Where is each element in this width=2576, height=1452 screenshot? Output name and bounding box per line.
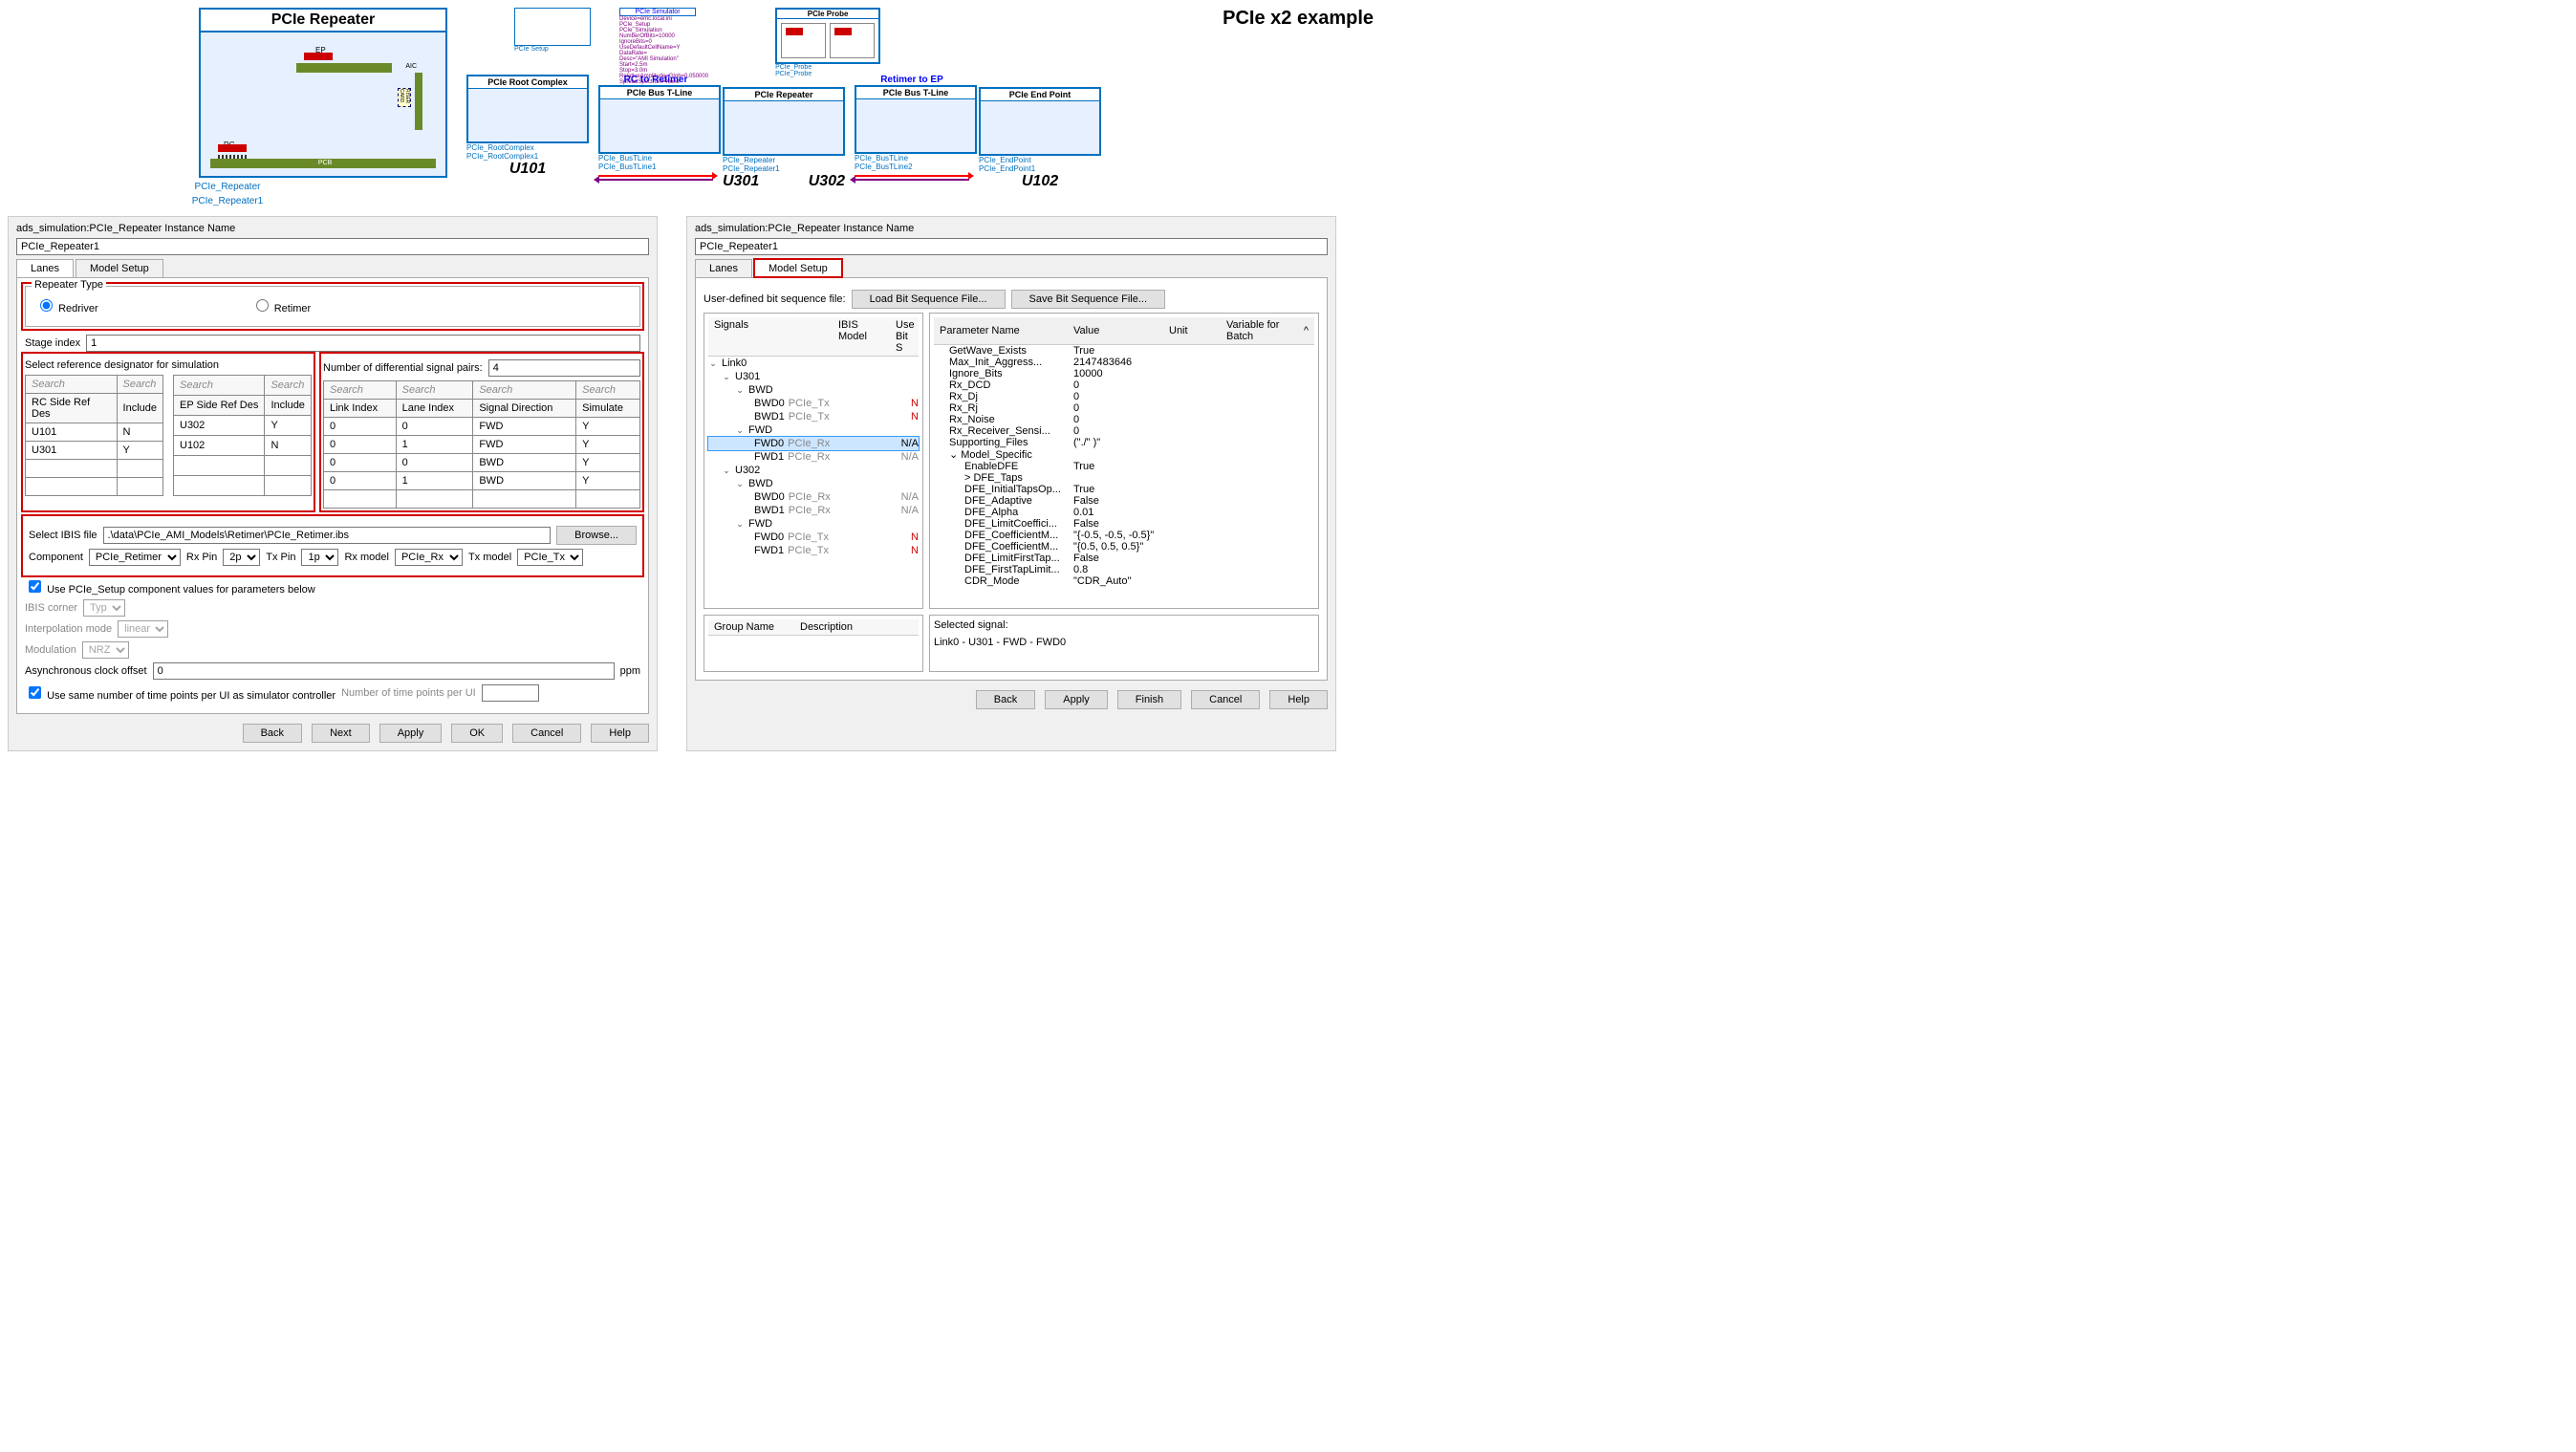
pairs-table[interactable]: SearchSearchSearchSearch Link IndexLane … xyxy=(323,380,640,509)
back-button[interactable]: Back xyxy=(243,724,302,743)
async-offset-input[interactable] xyxy=(153,662,615,680)
browse-button[interactable]: Browse... xyxy=(556,526,637,545)
params-table[interactable]: Parameter NameValueUnitVariable for Batc… xyxy=(929,313,1319,609)
corner-select: Typ xyxy=(83,599,125,617)
ibis-file-input[interactable] xyxy=(103,527,552,544)
rxmodel-select[interactable]: PCIe_Rx xyxy=(395,549,463,566)
finish-button[interactable]: Finish xyxy=(1117,690,1181,709)
load-bitseq-button[interactable]: Load Bit Sequence File... xyxy=(852,290,1006,309)
repeater-title: PCIe Repeater xyxy=(201,10,445,33)
apply-button[interactable]: Apply xyxy=(1045,690,1108,709)
rxpin-select[interactable]: 2p xyxy=(223,549,260,566)
tab-lanes[interactable]: Lanes xyxy=(16,259,74,277)
cancel-button[interactable]: Cancel xyxy=(1191,690,1260,709)
example-title: PCIe x2 example xyxy=(1223,8,1374,30)
save-bitseq-button[interactable]: Save Bit Sequence File... xyxy=(1011,290,1166,309)
refdes-group: Select reference designator for simulati… xyxy=(25,356,312,509)
help-button[interactable]: Help xyxy=(591,724,649,743)
txmodel-select[interactable]: PCIe_Tx xyxy=(517,549,583,566)
same-points-checkbox[interactable]: Use same number of time points per UI as… xyxy=(25,683,336,702)
back-button[interactable]: Back xyxy=(976,690,1035,709)
repeater-diagram: PCIe Repeater EP AIC RISER CARD RC PCB P… xyxy=(8,8,447,206)
component-select[interactable]: PCIe_Retimer xyxy=(89,549,181,566)
instance-name-input[interactable] xyxy=(695,238,1328,255)
interp-select: linear xyxy=(118,620,168,638)
chain-row: PCIe Root Complex PCIe_RootComplexPCIe_R… xyxy=(466,75,1383,190)
ep-refdes-table[interactable]: SearchSearch EP Side Ref DesInclude U302… xyxy=(173,375,312,496)
diagram-area: PCIe Repeater EP AIC RISER CARD RC PCB P… xyxy=(8,8,1383,206)
tab-model-setup[interactable]: Model Setup xyxy=(754,259,842,277)
ok-button[interactable]: OK xyxy=(451,724,503,743)
selected-signal-pane: Selected signal: Link0 - U301 - FWD - FW… xyxy=(929,615,1319,672)
cancel-button[interactable]: Cancel xyxy=(512,724,581,743)
help-button[interactable]: Help xyxy=(1269,690,1328,709)
signals-tree[interactable]: SignalsIBIS ModelUse Bit S ⌄Link0 ⌄U301 … xyxy=(704,313,923,609)
instance-name-input[interactable] xyxy=(16,238,649,255)
dialog-title: ads_simulation:PCIe_Repeater Instance Na… xyxy=(695,221,1328,238)
radio-redriver[interactable]: Redriver xyxy=(35,296,98,314)
tab-model-setup[interactable]: Model Setup xyxy=(76,259,163,277)
apply-button[interactable]: Apply xyxy=(379,724,443,743)
setup-boxes: PCIe Setup PCIe Simulator Device=emc.loc… xyxy=(514,8,880,85)
dialog-title: ads_simulation:PCIe_Repeater Instance Na… xyxy=(16,221,649,238)
radio-retimer[interactable]: Retimer xyxy=(251,296,312,314)
ibis-group: Select IBIS file Browse... Component PCI… xyxy=(25,518,640,574)
tab-lanes[interactable]: Lanes xyxy=(695,259,752,277)
repeater-type-group: Repeater Type Redriver Retimer xyxy=(25,286,640,327)
use-setup-checkbox[interactable]: Use PCIe_Setup component values for para… xyxy=(25,577,315,596)
next-button[interactable]: Next xyxy=(312,724,370,743)
lanes-dialog: ads_simulation:PCIe_Repeater Instance Na… xyxy=(8,216,658,751)
pairs-group: Number of differential signal pairs: Sea… xyxy=(323,356,640,509)
model-setup-dialog: ads_simulation:PCIe_Repeater Instance Na… xyxy=(686,216,1336,751)
txpin-select[interactable]: 1p xyxy=(301,549,338,566)
mod-select: NRZ xyxy=(82,641,129,659)
points-input xyxy=(482,684,539,702)
stage-index-input[interactable] xyxy=(86,335,640,352)
rc-refdes-table[interactable]: SearchSearch RC Side Ref DesInclude U101… xyxy=(25,375,163,496)
pairs-input[interactable] xyxy=(488,359,640,377)
group-pane: Group NameDescription xyxy=(704,615,923,672)
